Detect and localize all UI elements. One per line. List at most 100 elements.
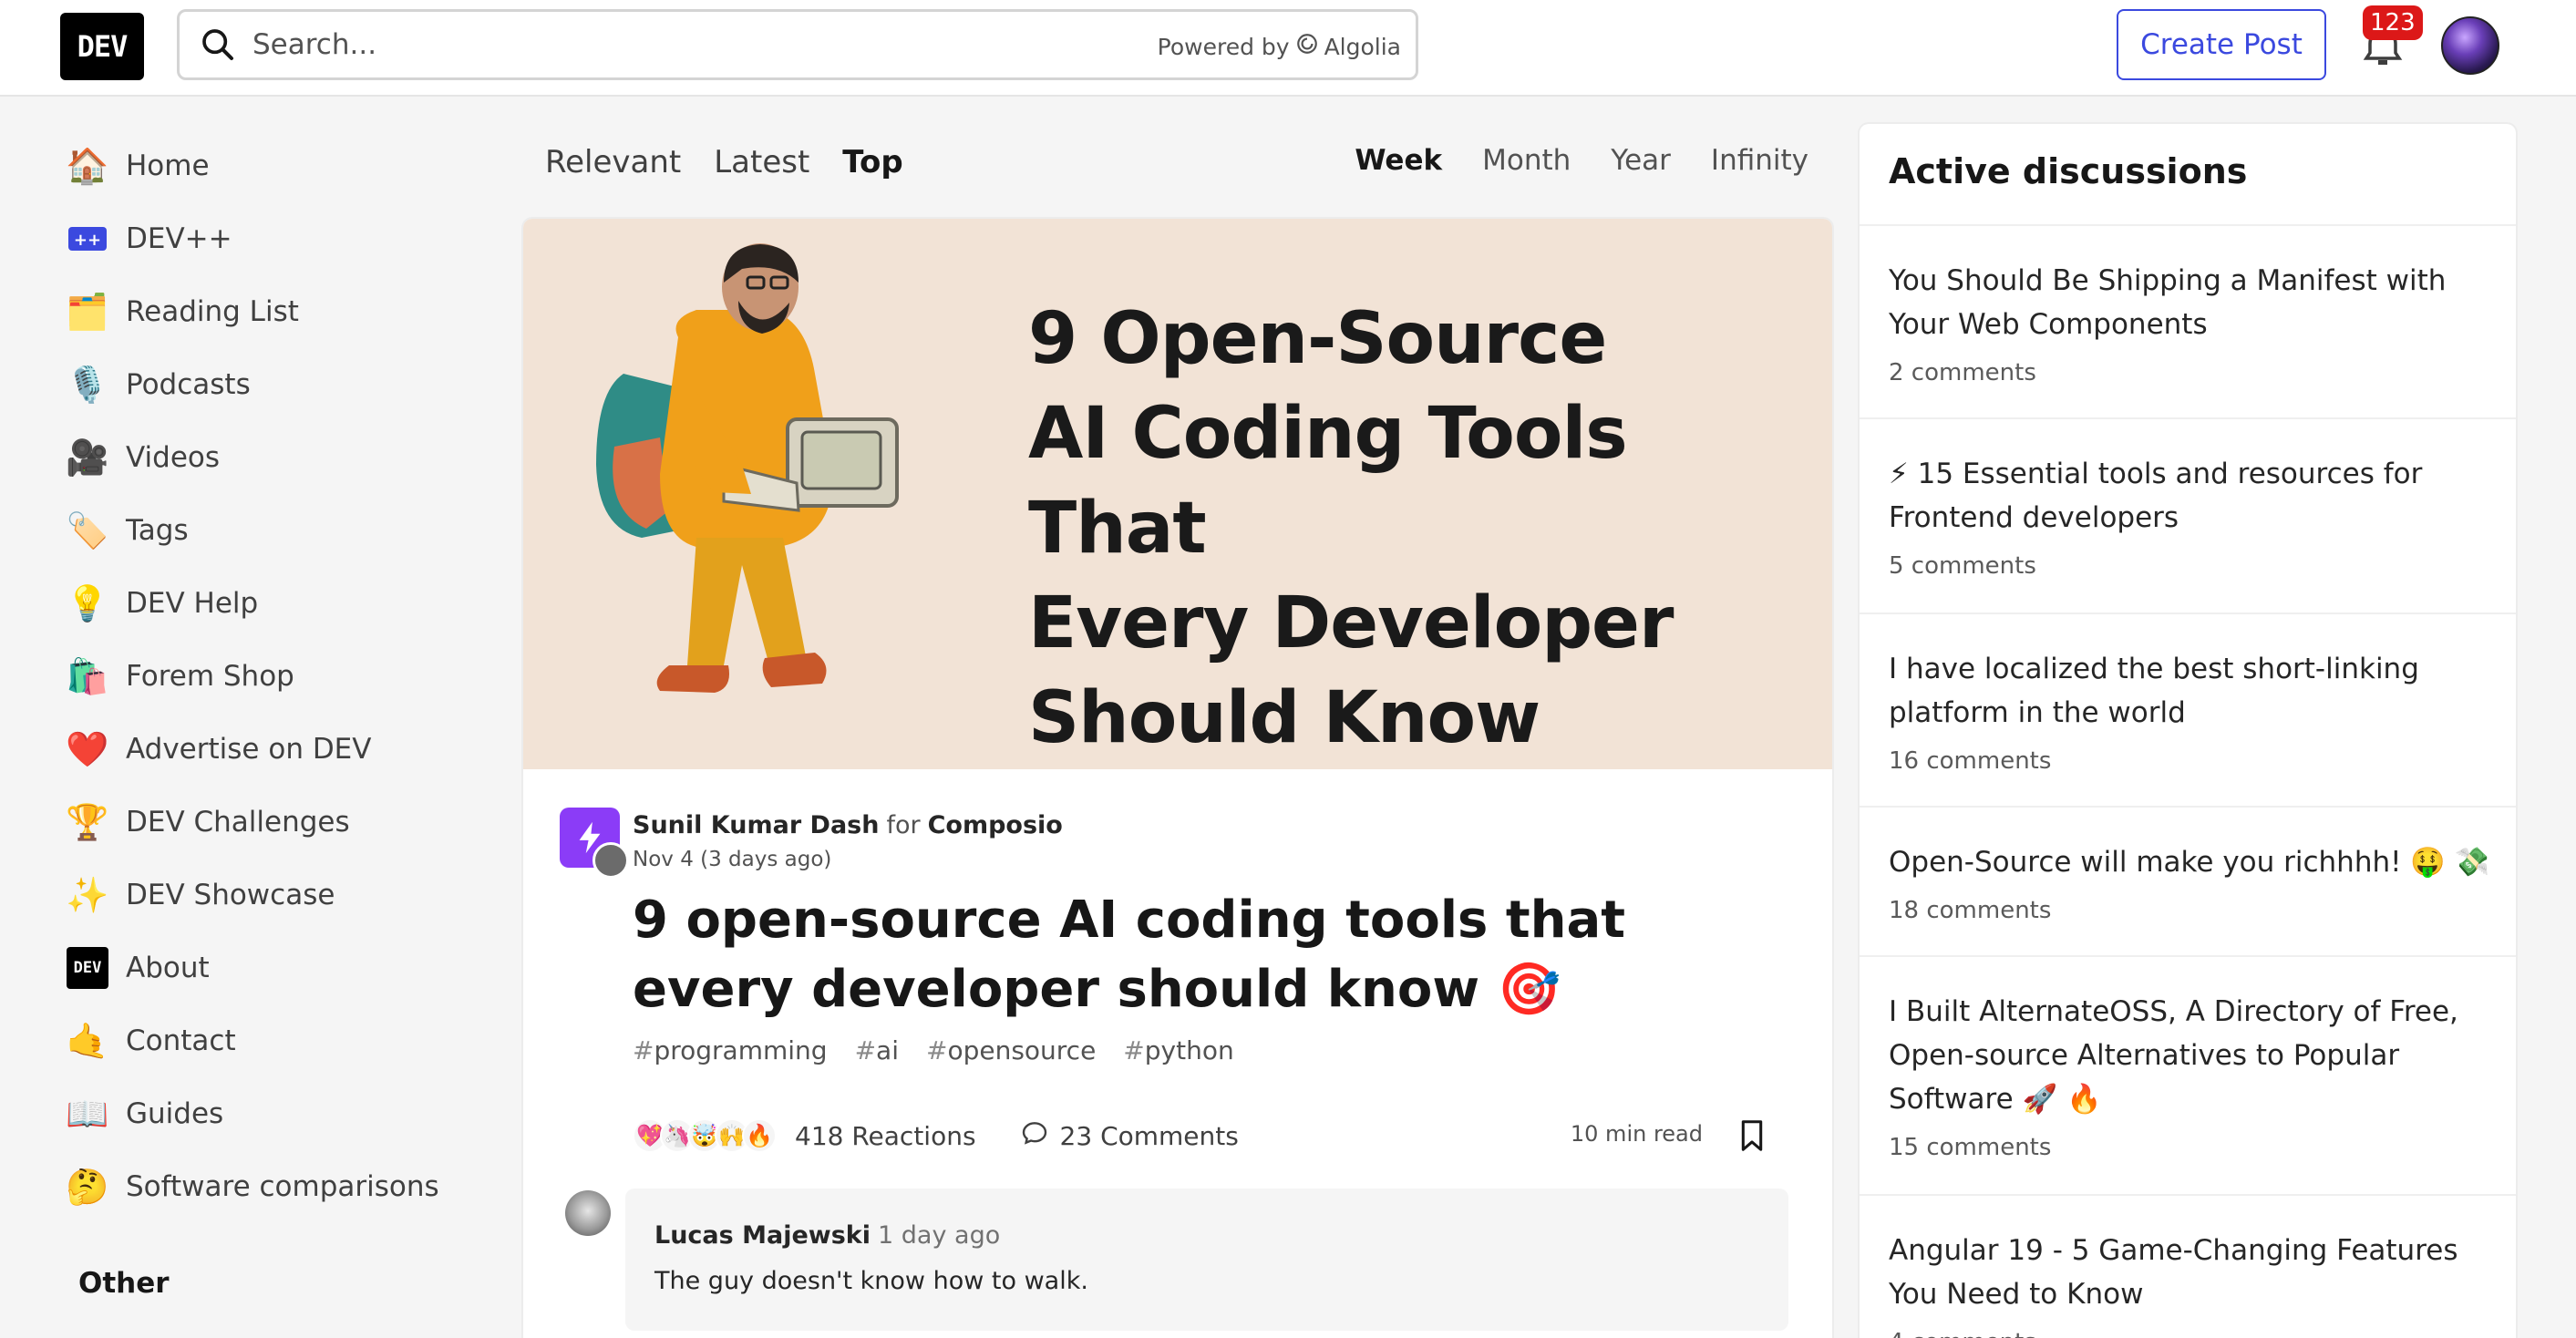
bookmark-icon[interactable] (1734, 1116, 1770, 1156)
contact-icon: 🤙 (66, 1020, 109, 1061)
discussion-comments: 2 comments (1889, 359, 2036, 386)
post-date: Nov 4 (3 days ago) (633, 848, 832, 871)
tab-relevant[interactable]: Relevant (529, 137, 697, 188)
sidebar-item-forem-shop[interactable]: 🛍️ Forem Shop (60, 645, 479, 707)
sidebar-item-contact[interactable]: 🤙 Contact (60, 1010, 479, 1072)
search-powered-by: Powered by Algolia (1158, 32, 1401, 61)
discussion-comments: 5 comments (1889, 552, 2036, 580)
heart-icon: ❤️ (66, 728, 109, 769)
sidebar-item-dev-showcase[interactable]: ✨ DEV Showcase (60, 864, 479, 926)
sparkles-icon: ✨ (66, 874, 109, 915)
active-discussions-title: Active discussions (1889, 151, 2248, 191)
sidebar-item-label: Forem Shop (126, 660, 294, 693)
sidebar-item-dev-plus[interactable]: ++ DEV++ (60, 208, 479, 270)
reactions-count[interactable]: 418 Reactions (795, 1121, 976, 1151)
create-post-button[interactable]: Create Post (2117, 9, 2326, 80)
range-infinity[interactable]: Infinity (1691, 137, 1829, 184)
discussion-comments: 4 comments (1889, 1329, 2036, 1338)
sidebar-item-home[interactable]: 🏠 Home (60, 135, 479, 197)
dev-logo[interactable]: DEV (60, 13, 144, 80)
sidebar-item-label: DEV Challenges (126, 806, 350, 839)
discussion-item[interactable]: You Should Be Shipping a Manifest with Y… (1860, 224, 2516, 417)
sidebar-item-label: Videos (126, 441, 221, 474)
comment-time: 1 day ago (878, 1221, 1001, 1250)
top-comment[interactable]: Lucas Majewski 1 day ago The guy doesn't … (625, 1189, 1788, 1331)
discussion-item[interactable]: Angular 19 - 5 Game-Changing Features Yo… (1860, 1194, 2516, 1338)
tag-name: programming (654, 1035, 828, 1065)
camera-icon: 🎥 (66, 437, 109, 478)
sidebar-item-podcasts[interactable]: 🎙️ Podcasts (60, 354, 479, 416)
tag-link[interactable]: #ai (855, 1035, 899, 1065)
article-cover-image[interactable]: 9 Open-Source AI Coding Tools That Every… (523, 219, 1832, 769)
comments-link[interactable]: 23 Comments (1020, 1118, 1239, 1154)
comment-author-name[interactable]: Lucas Majewski (654, 1221, 871, 1250)
article-card: 9 Open-Source AI Coding Tools That Every… (523, 219, 1832, 1338)
tag-link[interactable]: #python (1123, 1035, 1233, 1065)
comment-text: The guy doesn't know how to walk. (654, 1267, 1088, 1295)
active-discussions-panel: Active discussions You Should Be Shippin… (1860, 124, 2516, 1338)
user-avatar[interactable] (2441, 16, 2499, 75)
cover-title-line: AI Coding Tools That (1028, 393, 1628, 570)
sidebar-item-label: DEV Help (126, 587, 259, 620)
sidebar-other-heading: Other (78, 1267, 170, 1300)
commenter-avatar[interactable] (565, 1190, 611, 1236)
range-year[interactable]: Year (1591, 137, 1691, 184)
sidebar-item-advertise[interactable]: ❤️ Advertise on DEV (60, 718, 479, 780)
tag-name: python (1144, 1035, 1234, 1065)
org-name[interactable]: Composio (928, 811, 1063, 839)
tab-latest[interactable]: Latest (697, 137, 826, 188)
tag-link[interactable]: #programming (633, 1035, 828, 1065)
sidebar-item-reading-list[interactable]: 🗂️ Reading List (60, 281, 479, 343)
feed-sort-tabs: Relevant Latest Top (529, 137, 920, 188)
powered-by-label: Powered by (1157, 33, 1290, 60)
sidebar-item-label: DEV++ (126, 222, 232, 255)
sidebar-item-videos[interactable]: 🎥 Videos (60, 427, 479, 489)
search-icon[interactable] (196, 23, 240, 67)
sidebar-item-label: Contact (126, 1024, 236, 1057)
discussion-title: I have localized the best short-linking … (1889, 653, 2419, 729)
tab-top[interactable]: Top (826, 137, 919, 188)
reactions-stack[interactable]: 💖 🦄 🤯 🙌 🔥 (633, 1118, 777, 1153)
article-stats: 💖 🦄 🤯 🙌 🔥 418 Reactions 23 Comments 10 m… (633, 1108, 1781, 1163)
tag-name: opensource (947, 1035, 1097, 1065)
discussion-title: ⚡ 15 Essential tools and resources for F… (1889, 458, 2423, 534)
discussion-title: Open-Source will make you richhhh! 🤑 💸 (1889, 846, 2490, 879)
dev-logo-glyph: DEV (67, 947, 108, 989)
cover-title-line: Should Know (1028, 677, 1540, 759)
shopping-bags-icon: 🛍️ (66, 655, 109, 696)
sidebar-item-tags[interactable]: 🏷️ Tags (60, 499, 479, 561)
discussion-item[interactable]: ⚡ 15 Essential tools and resources for F… (1860, 417, 2516, 612)
discussion-title: I Built AlternateOSS, A Directory of Fre… (1889, 995, 2458, 1116)
sidebar-item-guides[interactable]: 📖 Guides (60, 1083, 479, 1145)
article-title[interactable]: 9 open-source AI coding tools that every… (633, 886, 1763, 1024)
discussion-item[interactable]: I have localized the best short-linking … (1860, 612, 2516, 806)
reading-list-icon: 🗂️ (66, 291, 109, 332)
tag-icon: 🏷️ (66, 509, 109, 551)
thinking-face-icon: 🤔 (66, 1166, 109, 1207)
discussion-comments: 16 comments (1889, 747, 2052, 775)
sidebar-item-label: Guides (126, 1097, 224, 1130)
svg-text:++: ++ (74, 231, 101, 250)
comment-meta: Lucas Majewski 1 day ago (654, 1221, 1000, 1250)
discussion-item[interactable]: I Built AlternateOSS, A Directory of Fre… (1860, 955, 2516, 1194)
search-input[interactable] (252, 28, 1073, 61)
trophy-icon: 🏆 (66, 801, 109, 842)
sidebar-item-dev-help[interactable]: 💡 DEV Help (60, 572, 479, 634)
sidebar-item-software-comparisons[interactable]: 🤔 Software comparisons (60, 1156, 479, 1218)
discussion-item[interactable]: Open-Source will make you richhhh! 🤑 💸 1… (1860, 806, 2516, 955)
range-week[interactable]: Week (1334, 137, 1462, 184)
sidebar-item-dev-challenges[interactable]: 🏆 DEV Challenges (60, 791, 479, 853)
author-avatar[interactable] (592, 842, 629, 879)
discussion-title: Angular 19 - 5 Game-Changing Features Yo… (1889, 1234, 2458, 1311)
comment-bubble-icon (1020, 1118, 1049, 1154)
sidebar-item-label: Software comparisons (126, 1170, 439, 1203)
tag-link[interactable]: #opensource (926, 1035, 1096, 1065)
range-month[interactable]: Month (1462, 137, 1591, 184)
cover-title: 9 Open-Source AI Coding Tools That Every… (1028, 292, 1812, 766)
book-icon: 📖 (66, 1093, 109, 1134)
author-name[interactable]: Sunil Kumar Dash (633, 811, 879, 839)
notifications-button[interactable]: 123 (2355, 5, 2423, 80)
sidebar-item-about[interactable]: DEV About (60, 937, 479, 999)
search-bar[interactable]: Powered by Algolia (177, 9, 1418, 80)
notification-count-badge: 123 (2363, 5, 2423, 40)
